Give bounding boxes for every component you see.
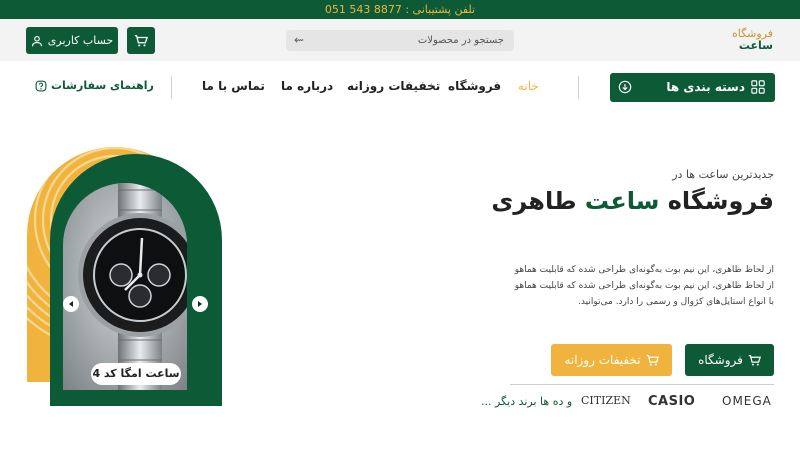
- categories-label: دسته بندی ها: [666, 80, 745, 94]
- cart-icon: [748, 354, 761, 366]
- help-icon: [35, 80, 47, 91]
- brand-casio[interactable]: CASIO: [648, 394, 695, 409]
- nav-link-contact[interactable]: تماس با ما: [202, 79, 265, 93]
- cart-button[interactable]: [127, 27, 155, 54]
- carousel-prev-button[interactable]: [63, 296, 79, 312]
- order-guide-label: راهنمای سفارشات: [51, 79, 154, 92]
- nav-divider: [578, 76, 579, 99]
- search-bar: ⇜: [286, 30, 514, 51]
- brand-omega[interactable]: OMEGA: [722, 394, 772, 408]
- cart-icon: [646, 354, 659, 366]
- main-nav: دسته بندی ها خانه فروشگاه تخفیفات روزانه…: [0, 61, 800, 113]
- user-icon: [31, 35, 42, 46]
- logo-line2: ساعت: [738, 39, 773, 52]
- hero-description: از لحاظ ظاهری، این نیم بوت به‌گونه‌ای طر…: [494, 262, 774, 310]
- hero-title: فروشگاه ساعت طاهری: [434, 187, 774, 215]
- carousel-next-button[interactable]: [192, 296, 208, 312]
- description-line: از لحاظ ظاهری، این نیم بوت به‌گونه‌ای طر…: [514, 281, 774, 291]
- hero-eyebrow: جدیدترین ساعت ها در: [672, 168, 774, 181]
- nav-link-about[interactable]: درباره ما: [281, 79, 333, 93]
- chevron-right-icon: [198, 301, 202, 307]
- daily-deals-button[interactable]: تخفیفات روزانه: [551, 344, 672, 376]
- hero-heading: جدیدترین ساعت ها در فروشگاه ساعت طاهری: [434, 168, 774, 215]
- hero-title-part1: فروشگاه: [659, 187, 774, 215]
- daily-deals-button-label: تخفیفات روزانه: [564, 353, 641, 367]
- shop-button-label: فروشگاه: [698, 353, 743, 367]
- hero-title-highlight: ساعت: [584, 187, 660, 215]
- shop-button[interactable]: فروشگاه: [685, 344, 774, 376]
- account-button-label: حساب کاربری: [47, 34, 114, 47]
- chevron-down-circle-icon: [618, 80, 632, 94]
- search-input[interactable]: [334, 33, 504, 48]
- nav-link-daily-deals[interactable]: تخفیفات روزانه: [347, 79, 440, 93]
- cart-icon: [134, 34, 148, 46]
- nav-divider: [171, 76, 172, 99]
- grid-icon: [751, 80, 765, 94]
- top-bar: تلفن پشتیبانی : 8877 543 051: [0, 0, 800, 19]
- description-line: از لحاظ ظاهری، این نیم بوت به‌گونه‌ای طر…: [514, 265, 774, 275]
- more-brands-link[interactable]: و ده ها برند دیگر ...: [481, 395, 572, 408]
- nav-link-home[interactable]: خانه: [518, 79, 539, 93]
- logo[interactable]: فروشگاه ساعت: [732, 28, 773, 52]
- search-submit-arrow-icon[interactable]: ⇜: [294, 32, 304, 48]
- header: فروشگاه ساعت ⇜ حساب کاربری: [0, 19, 800, 61]
- description-line: با انواع استایل‌های کژوال و رسمی را دارد…: [578, 297, 774, 307]
- chevron-left-icon: [69, 301, 73, 307]
- brand-citizen[interactable]: CITIZEN: [581, 394, 631, 407]
- hero-title-part2: طاهری: [491, 187, 585, 215]
- product-caption[interactable]: ساعت امگا کد 4: [91, 363, 181, 385]
- support-phone: تلفن پشتیبانی : 8877 543 051: [324, 3, 476, 16]
- account-button[interactable]: حساب کاربری: [26, 27, 118, 54]
- order-guide-link[interactable]: راهنمای سفارشات: [35, 79, 154, 92]
- categories-button[interactable]: دسته بندی ها: [610, 73, 775, 102]
- brands-divider: [510, 384, 774, 385]
- nav-link-shop[interactable]: فروشگاه: [448, 79, 501, 93]
